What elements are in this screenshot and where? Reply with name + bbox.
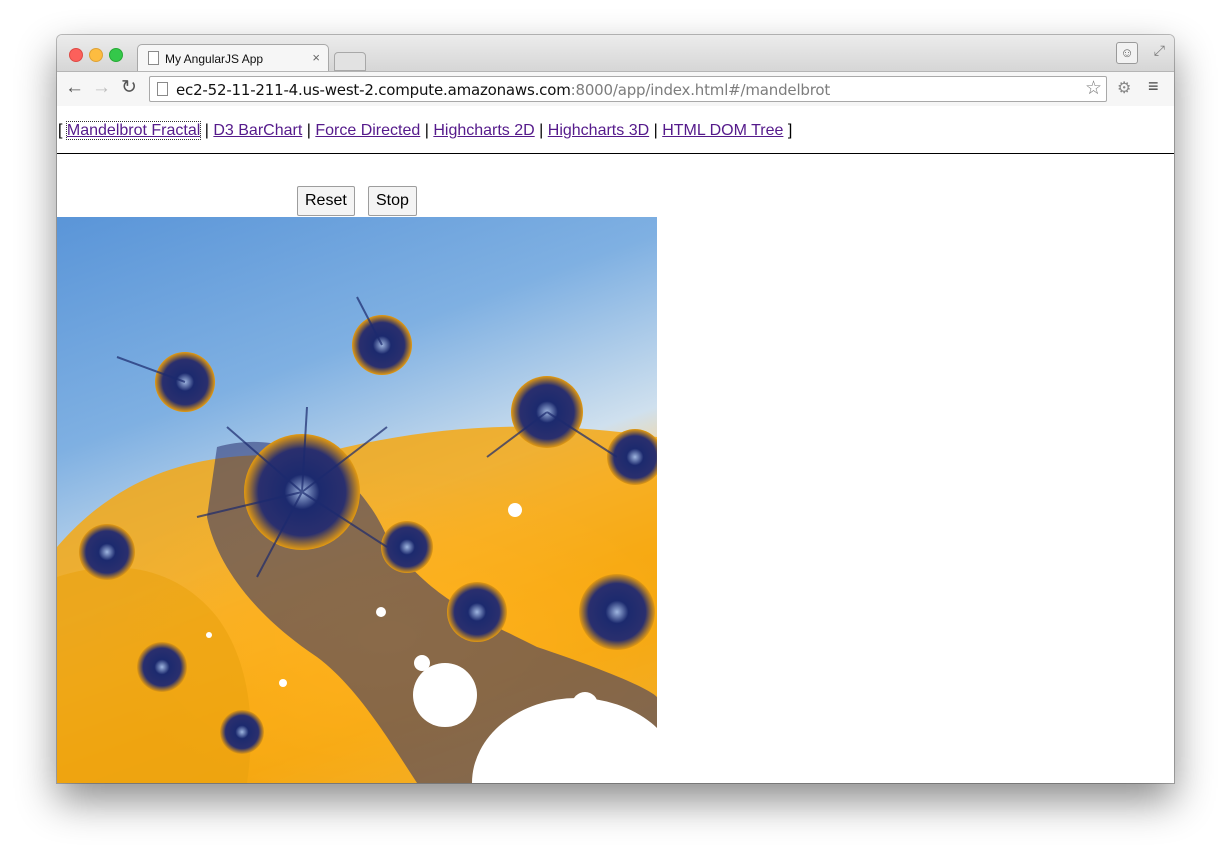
fullscreen-icon[interactable]: ⤢ xyxy=(1154,42,1165,59)
window-minimize-button[interactable] xyxy=(89,48,103,62)
nav-close-bracket: ] xyxy=(787,122,793,139)
nav-separator: | xyxy=(653,122,658,139)
extension-icon[interactable]: ⚙ xyxy=(1117,78,1131,98)
reload-icon[interactable]: ↻ xyxy=(121,77,137,99)
nav-separator: | xyxy=(424,122,429,139)
url-text[interactable]: ec2-52-11-211-4.us-west-2.compute.amazon… xyxy=(176,81,830,99)
nav-links: [ Mandelbrot Fractal | D3 BarChart | For… xyxy=(58,121,793,140)
stop-button[interactable]: Stop xyxy=(368,186,417,216)
bookmark-star-icon[interactable]: ☆ xyxy=(1085,77,1102,100)
fractal-image xyxy=(57,296,657,783)
page-icon xyxy=(157,82,168,96)
nav-link-highcharts-3d[interactable]: Highcharts 3D xyxy=(548,122,649,139)
nav-link-html-dom-tree[interactable]: HTML DOM Tree xyxy=(662,122,783,139)
browser-tab[interactable]: My AngularJS App × xyxy=(137,44,329,72)
tab-strip: My AngularJS App × ☺ ⤢ xyxy=(57,35,1174,72)
new-tab-button[interactable] xyxy=(334,52,366,71)
window-zoom-button[interactable] xyxy=(109,48,123,62)
menu-icon[interactable]: ≡ xyxy=(1148,76,1159,97)
back-icon[interactable]: ← xyxy=(65,77,84,99)
url-path: :8000/app/index.html#/mandelbrot xyxy=(570,81,831,99)
nav-link-d3-barchart[interactable]: D3 BarChart xyxy=(213,122,302,139)
profile-icon[interactable]: ☺ xyxy=(1116,42,1138,64)
tab-close-icon[interactable]: × xyxy=(312,50,320,65)
tab-title: My AngularJS App xyxy=(165,52,264,66)
nav-link-mandelbrot[interactable]: Mandelbrot Fractal xyxy=(65,121,202,140)
page-content: [ Mandelbrot Fractal | D3 BarChart | For… xyxy=(57,106,1174,783)
window-close-button[interactable] xyxy=(69,48,83,62)
nav-separator: | xyxy=(539,122,544,139)
address-bar[interactable]: ec2-52-11-211-4.us-west-2.compute.amazon… xyxy=(149,76,1107,102)
divider xyxy=(57,153,1174,154)
page-icon xyxy=(148,51,159,65)
browser-toolbar: ← → ↻ ec2-52-11-211-4.us-west-2.compute.… xyxy=(57,71,1174,107)
url-host: ec2-52-11-211-4.us-west-2.compute.amazon… xyxy=(176,81,571,99)
forward-icon[interactable]: → xyxy=(92,77,111,99)
nav-link-force-directed[interactable]: Force Directed xyxy=(315,122,420,139)
nav-separator: | xyxy=(306,122,311,139)
nav-link-highcharts-2d[interactable]: Highcharts 2D xyxy=(433,122,534,139)
browser-window: My AngularJS App × ☺ ⤢ ← → ↻ ec2-52-11-2… xyxy=(57,35,1174,783)
reset-button[interactable]: Reset xyxy=(297,186,355,216)
nav-separator: | xyxy=(204,122,209,139)
nav-open-bracket: [ xyxy=(58,122,63,139)
mandelbrot-canvas[interactable] xyxy=(57,217,657,783)
